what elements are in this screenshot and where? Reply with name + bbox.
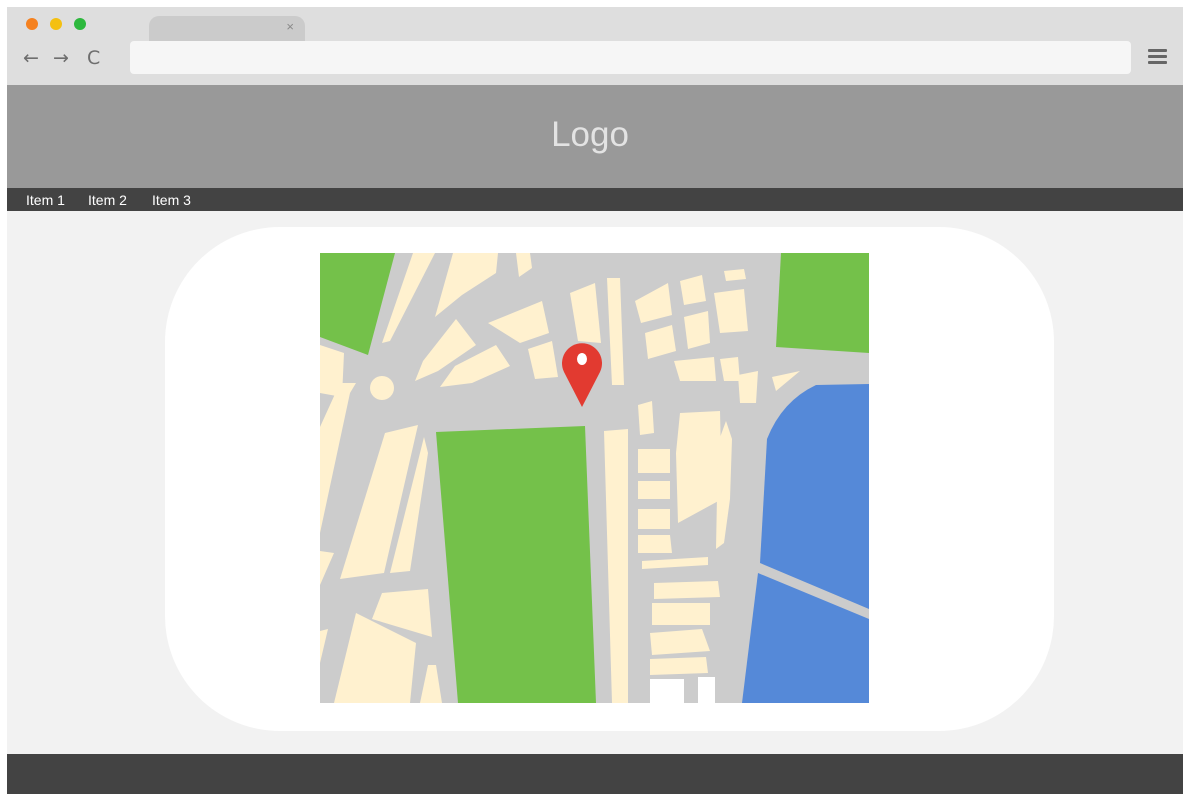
browser-window: × ← → C Logo Item 1 Item 2 Item 3 — [7, 7, 1183, 794]
hamburger-menu-icon[interactable] — [1148, 49, 1167, 66]
map-block — [638, 481, 670, 499]
map-image[interactable] — [320, 253, 869, 703]
forward-arrow-icon[interactable]: → — [53, 48, 69, 68]
map-lot — [650, 679, 684, 703]
zoom-window-dot[interactable] — [74, 18, 86, 30]
map-park-central — [436, 426, 596, 703]
site-header: Logo — [7, 85, 1183, 188]
map-block — [654, 581, 720, 599]
map-park-northeast — [776, 253, 869, 353]
map-block — [638, 449, 670, 473]
reload-icon[interactable]: C — [87, 48, 100, 68]
nav-item-3[interactable]: Item 3 — [152, 192, 191, 208]
nav-item-1[interactable]: Item 1 — [26, 192, 65, 208]
map-block — [650, 629, 710, 655]
map-lot — [698, 677, 715, 703]
address-bar[interactable] — [130, 41, 1131, 74]
browser-tab[interactable]: × — [149, 16, 305, 41]
minimize-window-dot[interactable] — [50, 18, 62, 30]
map-roundabout — [370, 376, 394, 400]
map-block — [638, 535, 672, 553]
browser-toolbar: × ← → C — [7, 7, 1183, 85]
tab-close-icon[interactable]: × — [286, 20, 294, 34]
map-block — [684, 311, 710, 349]
map-block — [738, 371, 758, 403]
map-block — [652, 603, 710, 625]
site-logo[interactable]: Logo — [7, 115, 1173, 155]
map-block — [724, 269, 746, 281]
map-block — [650, 657, 708, 675]
map-block — [638, 509, 670, 529]
map-block — [638, 401, 654, 435]
site-nav-bar: Item 1 Item 2 Item 3 — [7, 188, 1183, 211]
nav-item-2[interactable]: Item 2 — [88, 192, 127, 208]
close-window-dot[interactable] — [26, 18, 38, 30]
map-block — [674, 357, 716, 381]
map-block — [714, 289, 748, 333]
back-arrow-icon[interactable]: ← — [23, 48, 39, 68]
site-footer — [7, 754, 1183, 794]
